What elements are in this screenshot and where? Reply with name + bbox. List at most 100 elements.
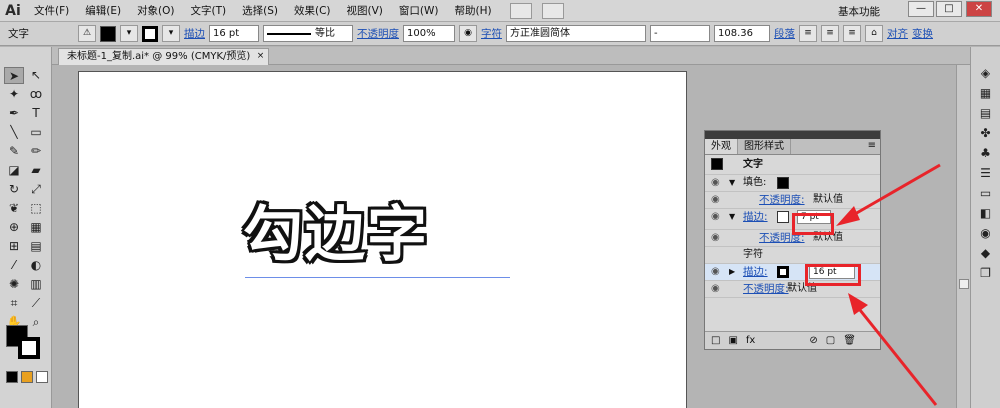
perspective-grid-tool-icon[interactable]: ▦ — [26, 219, 46, 236]
appearance-panel-icon[interactable]: ◉ — [976, 225, 996, 241]
visibility-eye-icon[interactable]: ◉ — [711, 264, 725, 280]
document-tab[interactable]: 未标题-1_复制.ai* @ 99% (CMYK/预览) × — [58, 48, 270, 65]
stroke-color-box[interactable] — [18, 337, 40, 359]
lasso-tool-icon[interactable]: ꝏ — [26, 86, 46, 103]
symbols-panel-icon[interactable]: ♣ — [976, 145, 996, 161]
menu-file[interactable]: 文件(F) — [26, 0, 77, 22]
menu-help[interactable]: 帮助(H) — [447, 0, 500, 22]
warp-tool-icon[interactable]: ❦ — [4, 200, 24, 217]
slice-tool-icon[interactable]: ⟋ — [26, 295, 46, 312]
font-family-select[interactable]: 方正准圆简体 — [506, 25, 646, 42]
menu-view[interactable]: 视图(V) — [339, 0, 391, 22]
rotate-tool-icon[interactable]: ↻ — [4, 181, 24, 198]
gradient-panel-icon[interactable]: ▭ — [976, 185, 996, 201]
stroke-dropdown-icon[interactable]: ▾ — [162, 25, 180, 42]
align-link[interactable]: 对齐 — [887, 26, 908, 41]
type-tool-icon[interactable]: T — [26, 105, 46, 122]
stroke-swatch[interactable] — [142, 25, 158, 42]
new-fill-icon[interactable]: ▣ — [728, 335, 737, 346]
fill-row-swatch[interactable] — [777, 177, 789, 189]
align-center-icon[interactable]: ≡ — [821, 25, 839, 42]
fill-opacity-link[interactable]: 不透明度: — [759, 192, 805, 208]
pencil-tool-icon[interactable]: ✏ — [26, 143, 46, 160]
expand-triangle-icon[interactable]: ▼ — [729, 209, 735, 225]
maximize-button[interactable]: □ — [936, 1, 962, 17]
magic-wand-tool-icon[interactable]: ✦ — [4, 86, 24, 103]
workspace-switcher[interactable]: 基本功能 — [838, 4, 880, 19]
stroke-panel-icon[interactable]: ☰ — [976, 165, 996, 181]
panel-titlebar[interactable] — [705, 131, 880, 139]
visibility-eye-icon[interactable]: ◉ — [711, 175, 725, 191]
line-tool-icon[interactable]: ╲ — [4, 124, 24, 141]
bridge-icon[interactable] — [509, 2, 532, 19]
shape-builder-tool-icon[interactable]: ⊕ — [4, 219, 24, 236]
new-stroke-icon[interactable]: □ — [711, 335, 720, 346]
color-panel-icon[interactable]: ◈ — [976, 65, 996, 81]
char-stroke-link[interactable]: 描边: — [743, 264, 768, 280]
envelope-warp-icon[interactable]: ⌂ — [865, 25, 883, 42]
menu-effect[interactable]: 效果(C) — [286, 0, 339, 22]
pen-tool-icon[interactable]: ✒ — [4, 105, 24, 122]
fill-swatch[interactable] — [100, 25, 116, 42]
stroke-profile-select[interactable]: 等比 — [263, 25, 353, 42]
eraser-tool-icon[interactable]: ▰ — [26, 162, 46, 179]
visibility-eye-icon[interactable]: ◉ — [711, 209, 725, 225]
panel-menu-icon[interactable]: ≡ — [868, 140, 876, 151]
visibility-eye-icon[interactable]: ◉ — [711, 230, 725, 246]
stroke-link[interactable]: 描边 — [184, 26, 205, 41]
artboards-panel-icon[interactable]: ❐ — [976, 265, 996, 281]
scroll-thumb[interactable] — [959, 279, 969, 289]
vertical-scrollbar[interactable] — [956, 65, 970, 408]
blob-brush-tool-icon[interactable]: ◪ — [4, 162, 24, 179]
color-mode-icon[interactable] — [6, 371, 18, 383]
tab-graphic-styles[interactable]: 图形样式 — [738, 139, 791, 154]
expand-triangle-icon[interactable]: ▼ — [729, 175, 735, 191]
none-mode-icon[interactable] — [36, 371, 48, 383]
fx-button[interactable]: fx — [746, 335, 755, 346]
outlined-text-object[interactable]: 勾边字 — [241, 186, 429, 273]
menu-type[interactable]: 文字(T) — [183, 0, 235, 22]
column-graph-tool-icon[interactable]: ▥ — [26, 276, 46, 293]
color-guide-icon[interactable]: ▦ — [976, 85, 996, 101]
recolor-icon[interactable]: ◉ — [459, 25, 477, 42]
char-stroke-swatch[interactable] — [777, 266, 789, 278]
artboard[interactable]: 勾边字 — [78, 71, 687, 408]
stroke-weight-field[interactable]: 16 pt — [209, 25, 259, 42]
arrange-documents-icon[interactable] — [541, 2, 564, 19]
transparency-panel-icon[interactable]: ◧ — [976, 205, 996, 221]
direct-selection-tool-icon[interactable]: ↖ — [26, 67, 46, 84]
duplicate-item-icon[interactable]: ▢ — [826, 335, 835, 346]
clear-appearance-icon[interactable]: ⊘ — [809, 335, 817, 346]
menu-edit[interactable]: 编辑(E) — [77, 0, 129, 22]
artboard-tool-icon[interactable]: ⌗ — [4, 295, 24, 312]
menu-window[interactable]: 窗口(W) — [391, 0, 447, 22]
char-opacity-link[interactable]: 不透明度: — [743, 281, 789, 297]
swatches-panel-icon[interactable]: ▤ — [976, 105, 996, 121]
minimize-button[interactable]: — — [908, 1, 934, 17]
selection-tool-icon[interactable]: ➤ — [4, 67, 24, 84]
visibility-eye-icon[interactable]: ◉ — [711, 281, 725, 297]
menu-object[interactable]: 对象(O) — [129, 0, 182, 22]
close-button[interactable]: ✕ — [966, 1, 992, 17]
font-size-field[interactable]: 108.36 — [714, 25, 770, 42]
menu-select[interactable]: 选择(S) — [234, 0, 286, 22]
mesh-tool-icon[interactable]: ⊞ — [4, 238, 24, 255]
layers-panel-icon[interactable]: ◆ — [976, 245, 996, 261]
close-tab-icon[interactable]: × — [257, 49, 265, 64]
free-transform-tool-icon[interactable]: ⬚ — [26, 200, 46, 217]
gradient-tool-icon[interactable]: ▤ — [26, 238, 46, 255]
scale-tool-icon[interactable]: ⤢ — [26, 181, 46, 198]
fill-dropdown-icon[interactable]: ▾ — [120, 25, 138, 42]
character-link[interactable]: 字符 — [481, 26, 502, 41]
font-style-select[interactable]: - — [650, 25, 710, 42]
stroke-row-link[interactable]: 描边: — [743, 209, 768, 225]
paintbrush-tool-icon[interactable]: ✎ — [4, 143, 24, 160]
zoom-tool-icon[interactable]: ⌕ — [26, 314, 46, 331]
stroke-row-swatch[interactable] — [777, 211, 789, 223]
eyedropper-tool-icon[interactable]: ⁄ — [4, 257, 24, 274]
opacity-link[interactable]: 不透明度 — [357, 26, 399, 41]
blend-tool-icon[interactable]: ◐ — [26, 257, 46, 274]
visibility-eye-icon[interactable]: ◉ — [711, 192, 725, 208]
opacity-field[interactable]: 100% — [403, 25, 455, 42]
gradient-mode-icon[interactable] — [21, 371, 33, 383]
